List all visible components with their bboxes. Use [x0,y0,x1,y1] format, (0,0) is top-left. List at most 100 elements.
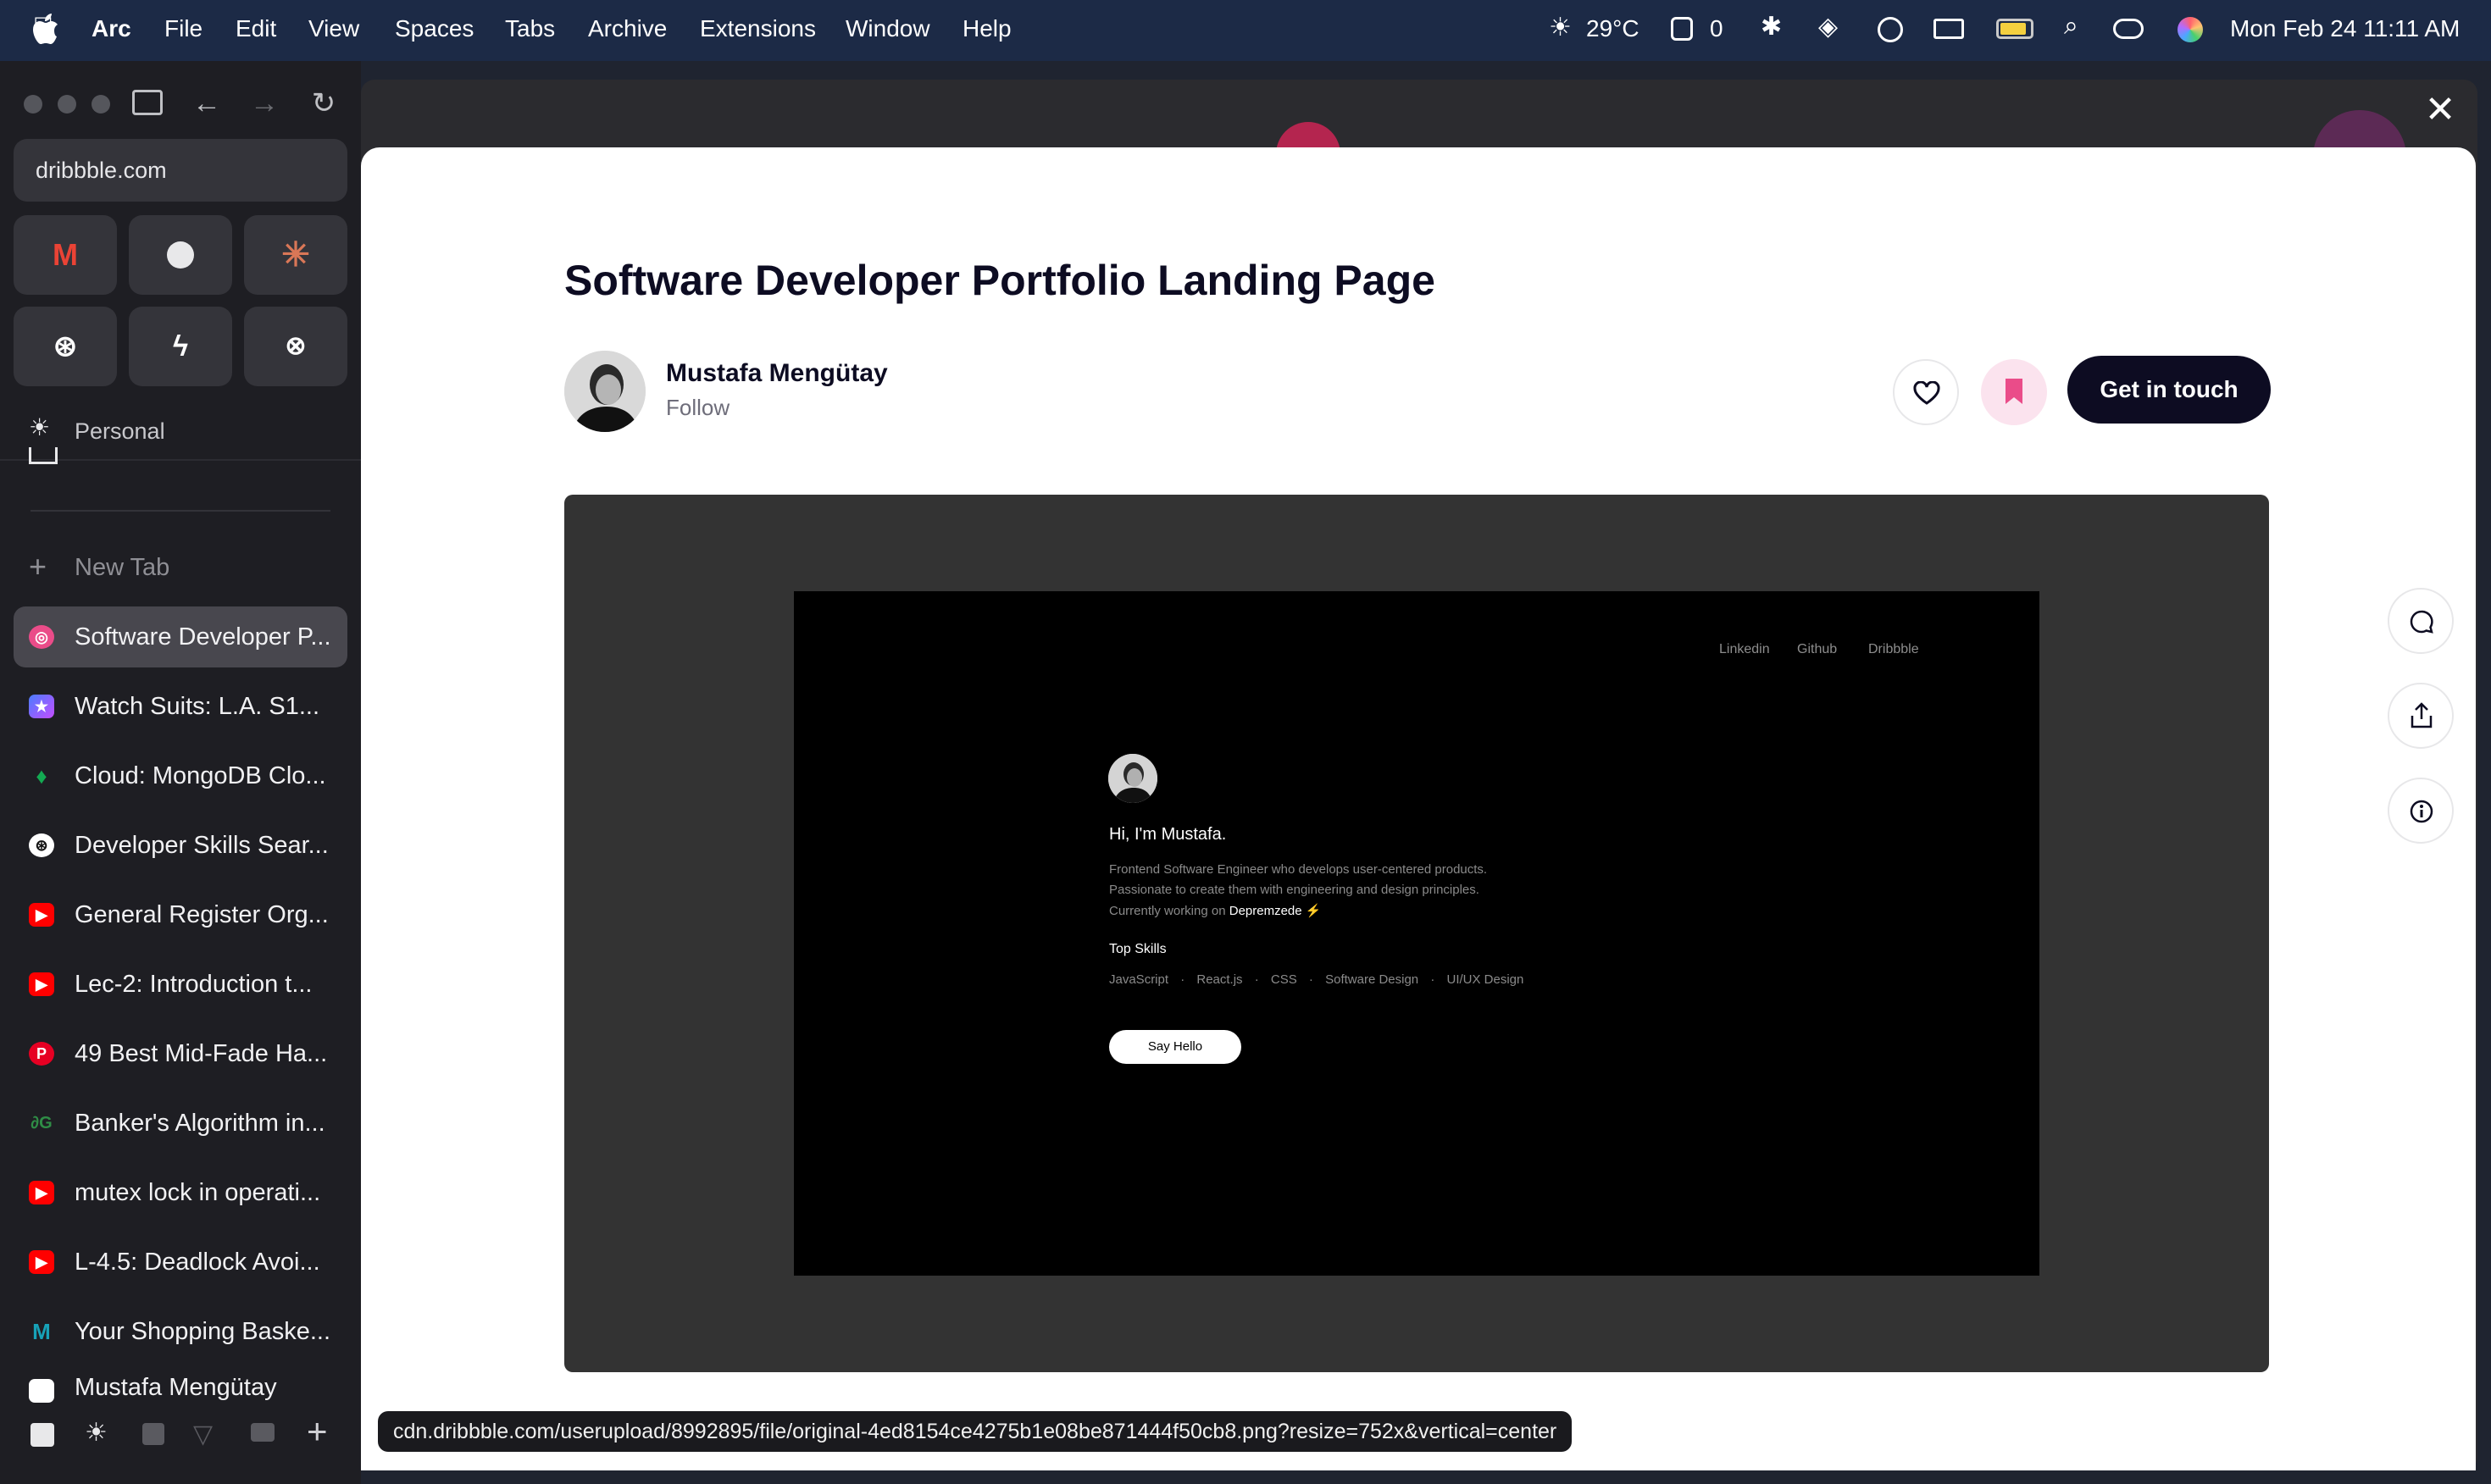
dribbble-icon: ◎ [29,625,54,649]
mock-skill: JavaScript [1109,972,1169,987]
mock-greeting: Hi, I'm Mustafa. [1109,825,1227,844]
forward-arrow-icon[interactable]: → [246,85,283,122]
tab-item[interactable]: ▶ General Register Org... [14,884,347,945]
window-close-dot[interactable] [24,95,42,114]
tab-item[interactable]: ◎ Software Developer P... [14,606,347,667]
menu-archive[interactable]: Archive [588,15,667,42]
control-center-icon[interactable] [2113,19,2144,39]
mock-nav-github: Github [1797,642,1838,656]
siri-icon[interactable] [2178,17,2203,42]
portfolio-mockup: Linkedin Github Dribbble Hi, I'm Mustafa… [794,591,2039,1276]
window-zoom-dot[interactable] [92,95,110,114]
layers-icon[interactable]: ◈ [1818,12,1838,42]
appletv-icon: ★ [29,695,54,718]
mock-skill-dot: · [1254,972,1259,987]
tab-item[interactable]: ♦ Cloud: MongoDB Clo... [14,745,347,806]
new-tab-button[interactable]: New Tab [75,554,169,582]
add-space-icon[interactable]: + [307,1411,328,1452]
pinned-app-2[interactable]: ϟ [129,307,232,386]
tab-item[interactable]: P 49 Best Mid-Fade Ha... [14,1023,347,1084]
sun-icon[interactable]: ☀ [1549,13,1572,42]
author-avatar[interactable] [564,351,646,432]
share-icon [2411,702,2433,728]
clipboard-icon[interactable] [1671,17,1693,41]
mock-bio-company: Depremzede ⚡ [1229,904,1322,918]
youtube-icon: ▶ [29,903,54,927]
tab-item[interactable]: ⊛ Developer Skills Sear... [14,815,347,876]
follow-link[interactable]: Follow [666,395,730,421]
heart-icon [1913,381,1940,405]
menu-tabs[interactable]: Tabs [505,15,555,42]
mock-bio-prefix: Currently working on [1109,904,1226,918]
whatsapp-icon [129,215,232,295]
youtube-icon: ▶ [29,1250,54,1274]
menu-edit[interactable]: Edit [236,15,276,42]
pinned-whatsapp[interactable] [129,215,232,295]
info-icon [2410,800,2433,823]
plus-icon[interactable]: + [29,549,47,584]
menu-help[interactable]: Help [963,15,1012,42]
archive-icon[interactable] [31,1423,54,1447]
openai-icon: ⊛ [53,330,78,363]
get-in-touch-button[interactable]: Get in touch [2067,356,2271,424]
tab-label: Your Shopping Baske... [75,1318,331,1345]
space-4-icon[interactable] [251,1423,275,1442]
space-personal-icon[interactable]: ☀ [85,1418,108,1448]
menu-extensions[interactable]: Extensions [700,15,816,42]
close-icon[interactable]: ✕ [2422,91,2459,129]
shot-preview-image[interactable]: Linkedin Github Dribbble Hi, I'm Mustafa… [564,495,2269,1372]
tool-icon[interactable]: ✱ [1761,12,1782,42]
mock-skill-dot: · [1180,972,1185,987]
menu-view[interactable]: View [308,15,359,42]
menu-spaces[interactable]: Spaces [395,15,474,42]
search-icon[interactable]: ⌕ [2064,12,2078,41]
tab-item[interactable]: ▶ mutex lock in operati... [14,1162,347,1223]
battery-icon[interactable] [1996,19,2033,39]
bookmark-folder-icon [29,447,58,464]
tab-item[interactable]: ▶ L-4.5: Deadlock Avoi... [14,1232,347,1293]
mock-bio-line1: Frontend Software Engineer who develops … [1109,862,1488,877]
menu-app-name[interactable]: Arc [92,15,131,42]
play-icon[interactable] [1878,17,1903,42]
url-bar[interactable]: dribbble.com [14,139,347,202]
pinned-chatgpt[interactable]: ⊛ [14,307,117,386]
back-arrow-icon[interactable]: ← [188,85,225,122]
gfg-icon: ∂G [31,1114,53,1132]
space-2-icon[interactable] [142,1423,164,1445]
whatsapp-bubble [167,241,194,269]
author-name[interactable]: Mustafa Mengütay [666,359,888,388]
reload-icon[interactable]: ↻ [305,85,342,122]
tab-label: General Register Org... [75,901,329,928]
url-text: dribbble.com [36,158,167,183]
apple-logo-icon[interactable] [32,14,59,46]
pinned-claude[interactable]: ✳ [244,215,347,295]
tab-item[interactable]: ▶ Lec-2: Introduction t... [14,954,347,1015]
zigzag-app-icon: ϟ [173,330,188,363]
weather-temperature[interactable]: 29°C [1586,15,1639,42]
share-button[interactable] [2388,683,2454,749]
save-button[interactable] [1981,359,2047,425]
tab-item[interactable]: ∂G Banker's Algorithm in... [14,1093,347,1154]
tab-item[interactable]: ★ Watch Suits: L.A. S1... [14,676,347,737]
tab-item[interactable]: M Your Shopping Baske... [14,1301,347,1362]
sidebar-toggle-icon[interactable] [132,90,163,115]
menu-file[interactable]: File [164,15,202,42]
youtube-icon: ▶ [29,1181,54,1204]
page-icon [29,1379,54,1403]
gmail-icon: M [53,237,78,272]
info-button[interactable] [2388,778,2454,844]
window-minimize-dot[interactable] [58,95,76,114]
youtube-icon: ▶ [29,972,54,996]
space-3-icon[interactable]: ▽ [193,1420,213,1449]
pinned-gmail[interactable]: M [14,215,117,295]
comment-button[interactable] [2388,588,2454,654]
menu-datetime[interactable]: Mon Feb 24 11:11 AM [2230,15,2460,42]
clipboard-counter: 0 [1710,15,1723,42]
pinned-app-3[interactable]: ⊗ [244,307,347,386]
menu-window[interactable]: Window [846,15,930,42]
menu-bar:  Arc File Edit View Spaces Tabs Archive… [0,0,2491,61]
tab-item[interactable]: Mustafa Mengütay [14,1370,347,1404]
like-button[interactable] [1893,359,1959,425]
display-icon[interactable] [1933,19,1964,39]
space-name[interactable]: Personal [75,418,165,445]
